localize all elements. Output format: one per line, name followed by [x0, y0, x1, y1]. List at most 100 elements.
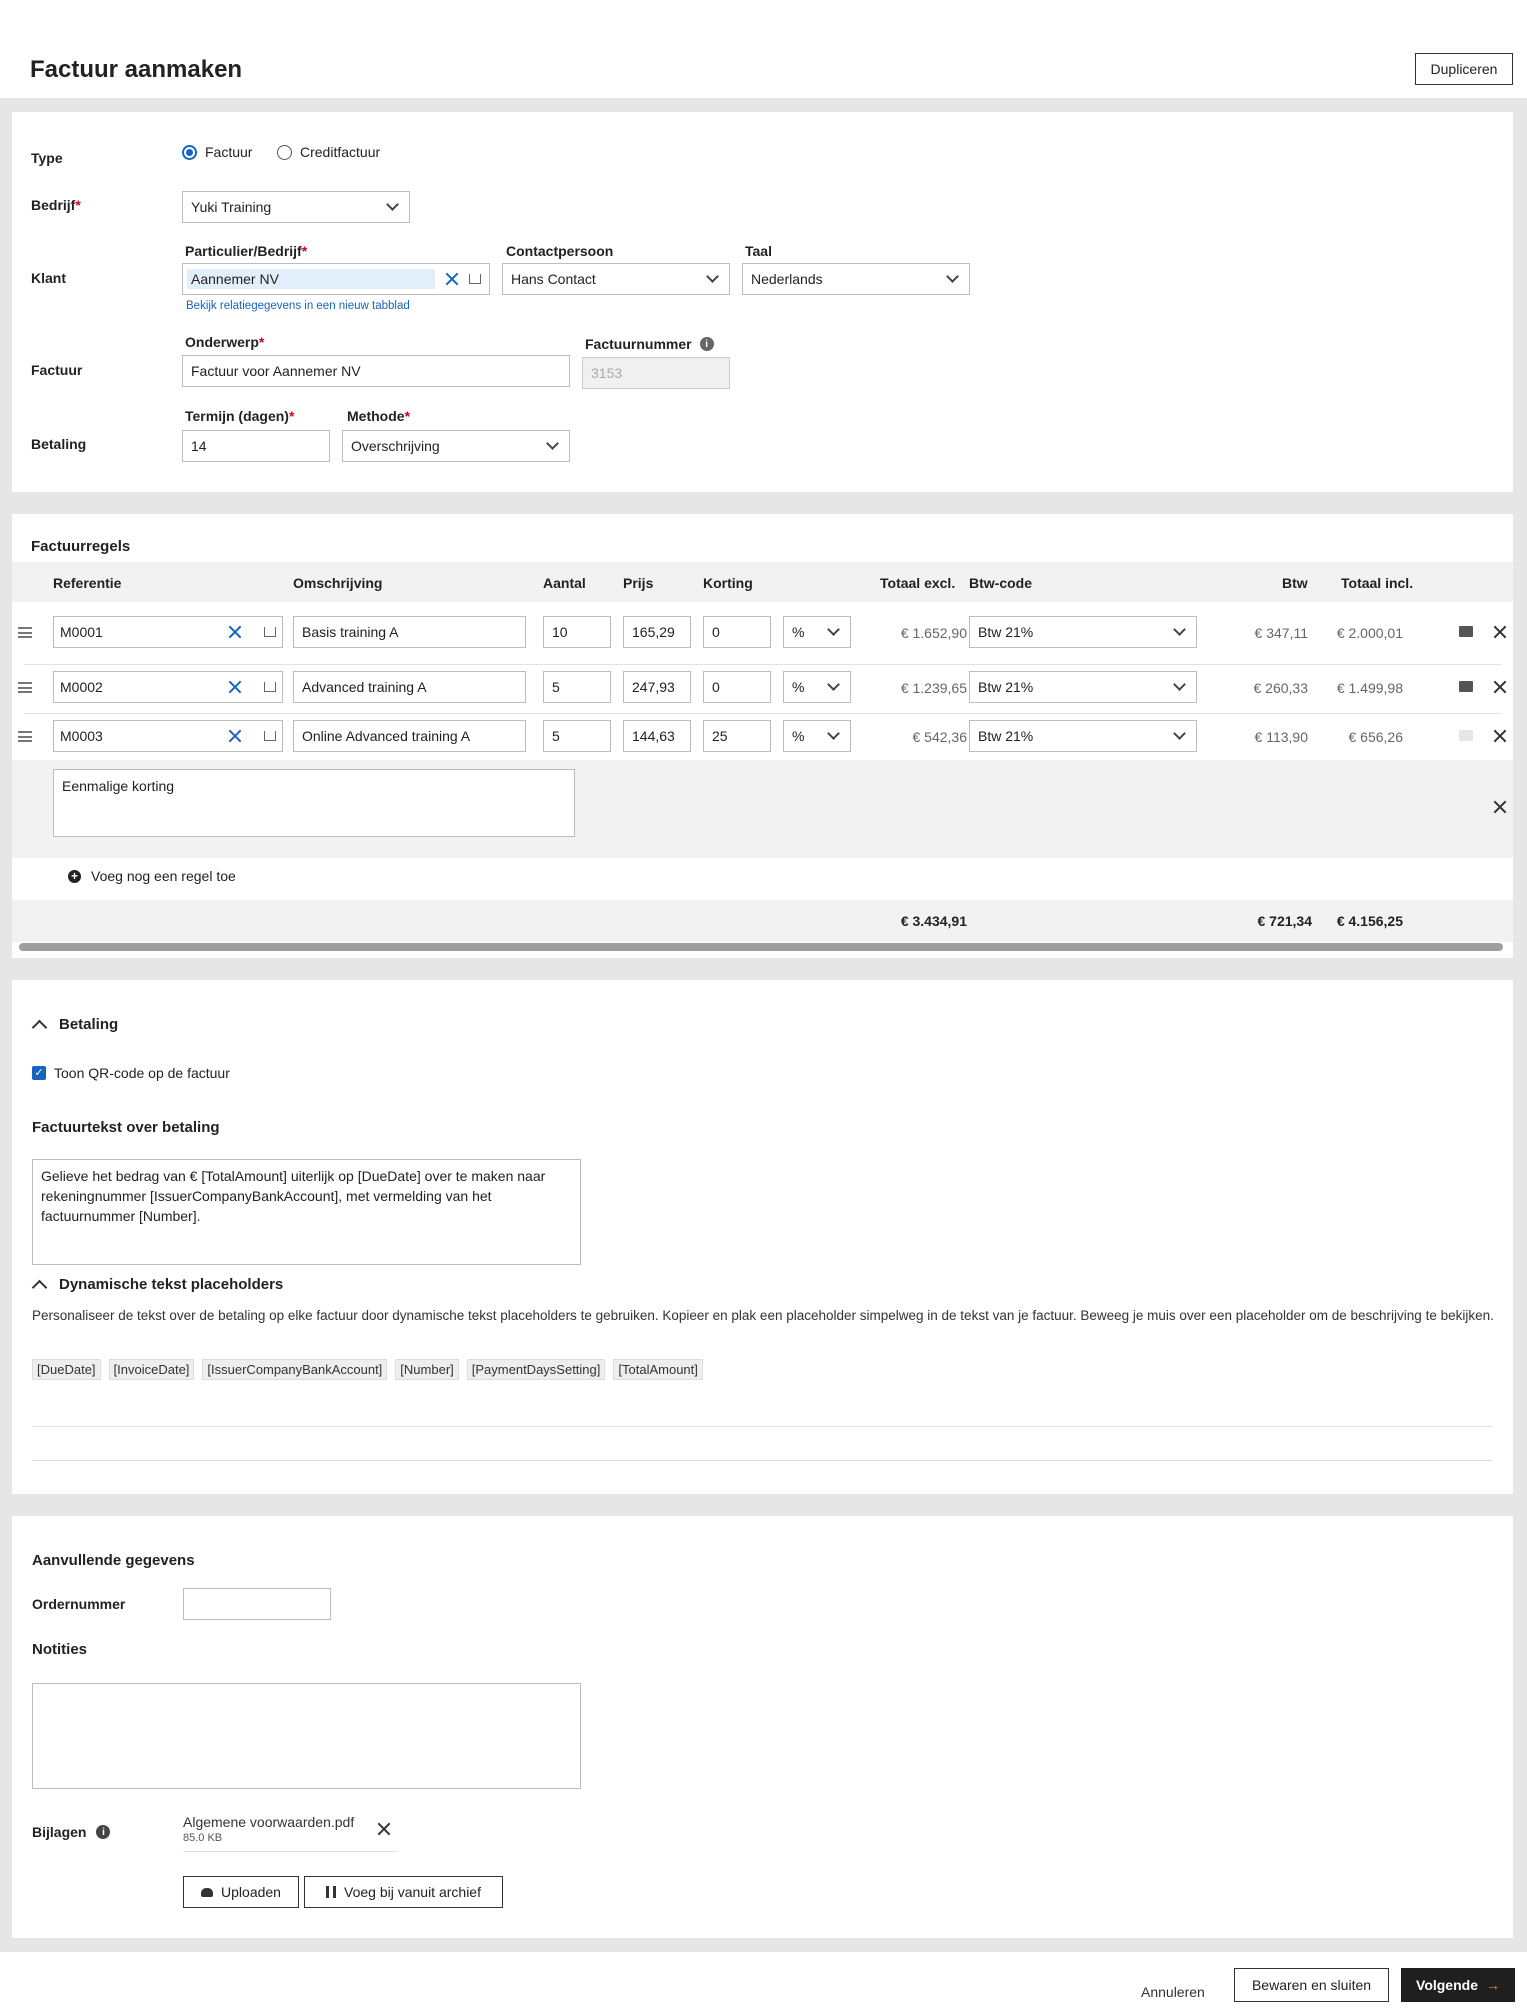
add-from-archive-button[interactable]: Voeg bij vanuit archief [304, 1876, 503, 1908]
desc-input[interactable]: Advanced training A [293, 671, 526, 703]
ref-field[interactable]: M0001 [53, 616, 283, 648]
contact-select[interactable]: Hans Contact [502, 263, 730, 295]
attachment-name[interactable]: Algemene voorwaarden.pdf [183, 1814, 397, 1830]
table-row: M0002 Advanced training A 5 247,93 0 % €… [12, 671, 1513, 705]
party-field[interactable]: Aannemer NV [182, 263, 490, 295]
radio-unchecked-icon [277, 144, 292, 160]
lock-icon[interactable] [264, 627, 276, 637]
company-select[interactable]: Yuki Training [182, 191, 410, 223]
ref-field[interactable]: M0002 [53, 671, 283, 703]
vat-amount: € 347,11 [1254, 625, 1308, 641]
drag-handle-icon[interactable] [18, 682, 32, 693]
type-radio-invoice[interactable]: Factuur [182, 144, 252, 160]
chevron-down-icon [1173, 678, 1186, 691]
lock-icon[interactable] [264, 682, 276, 692]
placeholder-tag[interactable]: [PaymentDaysSetting] [466, 1359, 606, 1380]
remove-line-icon[interactable] [1493, 680, 1507, 694]
relation-link[interactable]: Bekijk relatiegegevens in een nieuw tabb… [186, 300, 410, 312]
placeholder-tag[interactable]: [IssuerCompanyBankAccount] [202, 1359, 388, 1380]
term-input[interactable]: 14 [182, 430, 330, 462]
qty-input[interactable]: 5 [543, 671, 611, 703]
placeholder-tag[interactable]: [TotalAmount] [613, 1359, 703, 1380]
cloud-upload-icon [201, 1887, 214, 1897]
add-line-link[interactable]: + Voeg nog een regel toe [68, 868, 236, 884]
save-close-button[interactable]: Bewaren en sluiten [1234, 1968, 1389, 2002]
discount-input[interactable]: 0 [703, 671, 771, 703]
qty-input[interactable]: 5 [543, 720, 611, 752]
comment-icon[interactable] [1459, 681, 1473, 692]
discount-input[interactable]: 0 [703, 616, 771, 648]
remove-line-icon[interactable] [1493, 800, 1507, 814]
add-circle-icon: + [68, 869, 81, 883]
grand-total-excl: € 3.434,91 [900, 913, 967, 929]
remove-line-icon[interactable] [1493, 625, 1507, 639]
next-button[interactable]: Volgende → [1401, 1968, 1515, 2002]
row-divider [24, 664, 1501, 665]
payment-text-title: Factuurtekst over betaling [32, 1119, 220, 1136]
clear-icon[interactable] [228, 625, 242, 639]
lines-title: Factuurregels [31, 538, 131, 555]
additional-title: Aanvullende gegevens [32, 1552, 195, 1569]
lock-icon[interactable] [264, 731, 276, 741]
vat-code-select[interactable]: Btw 21% [969, 720, 1197, 752]
upload-button[interactable]: Uploaden [183, 1876, 299, 1908]
vat-amount: € 113,90 [1254, 729, 1308, 745]
duplicate-button[interactable]: Dupliceren [1415, 53, 1513, 85]
payment-label: Betaling [31, 436, 87, 452]
checkbox-checked-icon: ✓ [32, 1066, 46, 1080]
placeholder-tag[interactable]: [InvoiceDate] [108, 1359, 195, 1380]
clear-icon[interactable] [228, 680, 242, 694]
desc-input[interactable]: Basis training A [293, 616, 526, 648]
company-label: Bedrijf* [31, 197, 81, 213]
qr-checkbox[interactable]: ✓ Toon QR-code op de factuur [32, 1065, 230, 1081]
remove-line-icon[interactable] [1493, 729, 1507, 743]
discount-unit-select[interactable]: % [783, 616, 851, 648]
attachment-size: 85.0 KB [183, 1832, 223, 1844]
totals-row: € 3.434,91 € 721,34 € 4.156,25 [12, 900, 1513, 942]
clear-icon[interactable] [445, 272, 459, 286]
price-input[interactable]: 165,29 [623, 616, 691, 648]
lock-icon[interactable] [469, 274, 481, 284]
drag-handle-icon[interactable] [18, 731, 32, 742]
footer-bar: Annuleren Bewaren en sluiten Volgende → [0, 1952, 1527, 2015]
placeholder-tag[interactable]: [Number] [395, 1359, 459, 1380]
notes-textarea[interactable] [32, 1683, 581, 1789]
qty-input[interactable]: 10 [543, 616, 611, 648]
vat-code-select[interactable]: Btw 21% [969, 616, 1197, 648]
subject-input[interactable]: Factuur voor Aannemer NV [182, 355, 570, 387]
discount-unit-select[interactable]: % [783, 720, 851, 752]
vat-code-select[interactable]: Btw 21% [969, 671, 1197, 703]
clear-icon[interactable] [228, 729, 242, 743]
text-line-input[interactable]: Eenmalige korting [53, 769, 575, 837]
method-select[interactable]: Overschrijving [342, 430, 570, 462]
remove-attachment-icon[interactable] [377, 1822, 391, 1836]
info-icon: i [699, 337, 714, 351]
payment-toggle[interactable]: Betaling [31, 1016, 118, 1036]
chevron-up-icon [31, 1019, 48, 1036]
desc-input[interactable]: Online Advanced training A [293, 720, 526, 752]
drag-handle-icon[interactable] [18, 627, 32, 638]
placeholders-toggle[interactable]: Dynamische tekst placeholders [31, 1276, 283, 1296]
comment-icon[interactable] [1459, 730, 1473, 741]
chevron-down-icon [1173, 727, 1186, 740]
type-radio-credit[interactable]: Creditfactuur [277, 144, 380, 160]
horizontal-scrollbar[interactable] [19, 943, 1503, 951]
discount-unit-select[interactable]: % [783, 671, 851, 703]
language-select[interactable]: Nederlands [742, 263, 970, 295]
order-number-input[interactable] [183, 1588, 331, 1620]
general-section: Type Factuur Creditfactuur Bedrijf* Yuki… [12, 112, 1513, 492]
term-label: Termijn (dagen)* [185, 408, 295, 424]
cancel-button[interactable]: Annuleren [1141, 1984, 1205, 2000]
price-input[interactable]: 247,93 [623, 671, 691, 703]
col-discount: Korting [703, 575, 753, 591]
placeholder-tag[interactable]: [DueDate] [32, 1359, 101, 1380]
discount-input[interactable]: 25 [703, 720, 771, 752]
payment-text-area[interactable]: Gelieve het bedrag van € [TotalAmount] u… [32, 1159, 581, 1265]
ref-field[interactable]: M0003 [53, 720, 283, 752]
col-vat-code: Btw-code [969, 575, 1032, 591]
col-vat: Btw [1282, 575, 1308, 591]
comment-icon[interactable] [1459, 626, 1473, 637]
placeholders-description: Personaliseer de tekst over de betaling … [32, 1308, 1494, 1323]
price-input[interactable]: 144,63 [623, 720, 691, 752]
payment-section: Betaling ✓ Toon QR-code op de factuur Fa… [12, 980, 1513, 1494]
